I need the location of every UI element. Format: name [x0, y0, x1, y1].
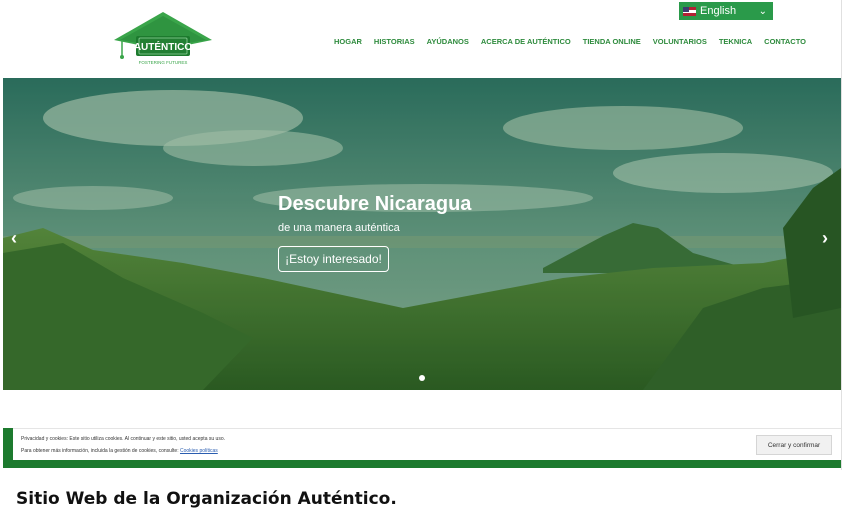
- logo-text: AUTÉNTICO: [134, 40, 193, 53]
- cookie-text-line2: Para obtener más información, incluida l…: [21, 448, 218, 454]
- main-navigation: HOGAR HISTORIAS AYÚDANOS ACERCA DE AUTÉN…: [334, 37, 818, 46]
- figure-caption: Sitio Web de la Organización Auténtico.: [16, 489, 397, 509]
- slider-next-arrow-icon[interactable]: ›: [822, 228, 828, 249]
- nav-item-historias[interactable]: HISTORIAS: [374, 37, 415, 46]
- hero-caption: Descubre Nicaragua de una manera auténti…: [278, 193, 471, 234]
- hero-landscape-image: [3, 78, 841, 390]
- us-flag-icon: [683, 6, 696, 16]
- hero-title: Descubre Nicaragua: [278, 193, 472, 215]
- nav-item-voluntarios[interactable]: VOLUNTARIOS: [653, 37, 707, 46]
- footer-green-bar: [13, 460, 841, 468]
- nav-item-contacto[interactable]: CONTACTO: [764, 37, 806, 46]
- site-header: AUTÉNTICO FOSTERING FUTURES English ⌄ HO…: [3, 0, 841, 78]
- close-and-confirm-button[interactable]: Cerrar y confirmar: [756, 435, 832, 455]
- website-screenshot: AUTÉNTICO FOSTERING FUTURES English ⌄ HO…: [3, 0, 842, 470]
- nav-item-tienda[interactable]: TIENDA ONLINE: [583, 37, 641, 46]
- footer-green-edge: [3, 428, 13, 468]
- nav-item-acerca[interactable]: ACERCA DE AUTÉNTICO: [481, 37, 571, 46]
- cookie-banner: Privacidad y cookies: Este sitio utiliza…: [13, 428, 841, 461]
- cookie-text-line2-label: Para obtener más información, incluida l…: [21, 448, 179, 454]
- hero-subtitle: de una manera auténtica: [278, 222, 400, 234]
- interested-button[interactable]: ¡Estoy interesado!: [278, 246, 389, 272]
- autentico-logo[interactable]: AUTÉNTICO FOSTERING FUTURES: [108, 10, 218, 68]
- nav-item-teknica[interactable]: TEKNICA: [719, 37, 752, 46]
- nav-item-ayudanos[interactable]: AYÚDANOS: [427, 37, 469, 46]
- logo-tagline: FOSTERING FUTURES: [139, 60, 188, 65]
- slider-dot[interactable]: [419, 375, 425, 381]
- nav-item-hogar[interactable]: HOGAR: [334, 37, 362, 46]
- slider-prev-arrow-icon[interactable]: ‹: [11, 228, 17, 249]
- cookie-policy-link[interactable]: Cookies políticas: [180, 448, 218, 454]
- cookie-text-line1: Privacidad y cookies: Este sitio utiliza…: [21, 436, 225, 442]
- language-selector[interactable]: English ⌄: [679, 2, 773, 20]
- hero-slider: Descubre Nicaragua de una manera auténti…: [3, 78, 841, 390]
- chevron-down-icon: ⌄: [758, 5, 767, 17]
- language-label: English: [700, 5, 737, 17]
